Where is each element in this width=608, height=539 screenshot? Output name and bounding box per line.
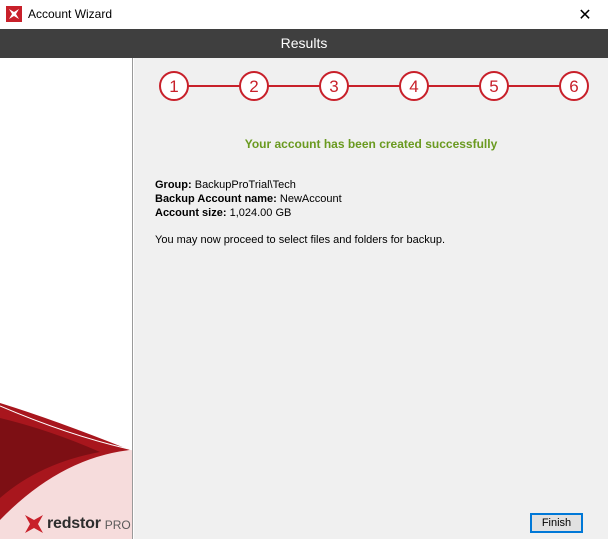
- window-title: Account Wizard: [28, 7, 113, 21]
- step-4: 4: [399, 71, 429, 101]
- close-button[interactable]: ✕: [562, 0, 608, 29]
- group-label: Group:: [155, 179, 192, 191]
- proceed-text: You may now proceed to select files and …: [155, 234, 446, 246]
- brand-name: redstor: [47, 515, 101, 532]
- main-panel: 1 2 3 4 5 6 Your account has been create…: [134, 58, 608, 539]
- step-5: 5: [479, 71, 509, 101]
- step-4-label: 4: [409, 77, 418, 96]
- step-5-label: 5: [489, 77, 498, 96]
- account-name-value: NewAccount: [276, 193, 342, 205]
- account-info: Group: BackupProTrial\Tech Backup Accoun…: [155, 178, 342, 220]
- account-size-value: 1,024.00 GB: [226, 207, 292, 219]
- redstor-logo-icon: [25, 515, 43, 533]
- group-row: Group: BackupProTrial\Tech: [155, 178, 342, 192]
- step-2: 2: [239, 71, 269, 101]
- header-bar: Results: [0, 29, 608, 58]
- account-size-row: Account size: 1,024.00 GB: [155, 206, 342, 220]
- step-3-label: 3: [329, 77, 338, 96]
- step-1: 1: [159, 71, 189, 101]
- step-1-label: 1: [169, 77, 178, 96]
- brand-suffix: PRO: [104, 518, 131, 532]
- page-title: Results: [280, 35, 328, 51]
- account-size-label: Account size:: [155, 207, 227, 219]
- success-message: Your account has been created successful…: [244, 137, 498, 151]
- account-name-row: Backup Account name: NewAccount: [155, 192, 342, 206]
- account-name-label: Backup Account name:: [155, 193, 277, 205]
- brand-logo: redstor PRO: [24, 513, 131, 535]
- group-value: BackupProTrial\Tech: [191, 179, 296, 191]
- step-6-label: 6: [569, 77, 578, 96]
- sail-graphic: [0, 403, 132, 539]
- finish-button[interactable]: Finish: [530, 513, 583, 533]
- redstor-app-icon: [6, 6, 22, 22]
- sidebar: redstor PRO: [0, 58, 133, 539]
- step-indicator: 1 2 3 4 5 6: [159, 71, 589, 101]
- close-icon: ✕: [578, 6, 592, 24]
- title-bar: Account Wizard ✕: [0, 0, 608, 29]
- step-3: 3: [319, 71, 349, 101]
- step-2-label: 2: [249, 77, 258, 96]
- step-6: 6: [559, 71, 589, 101]
